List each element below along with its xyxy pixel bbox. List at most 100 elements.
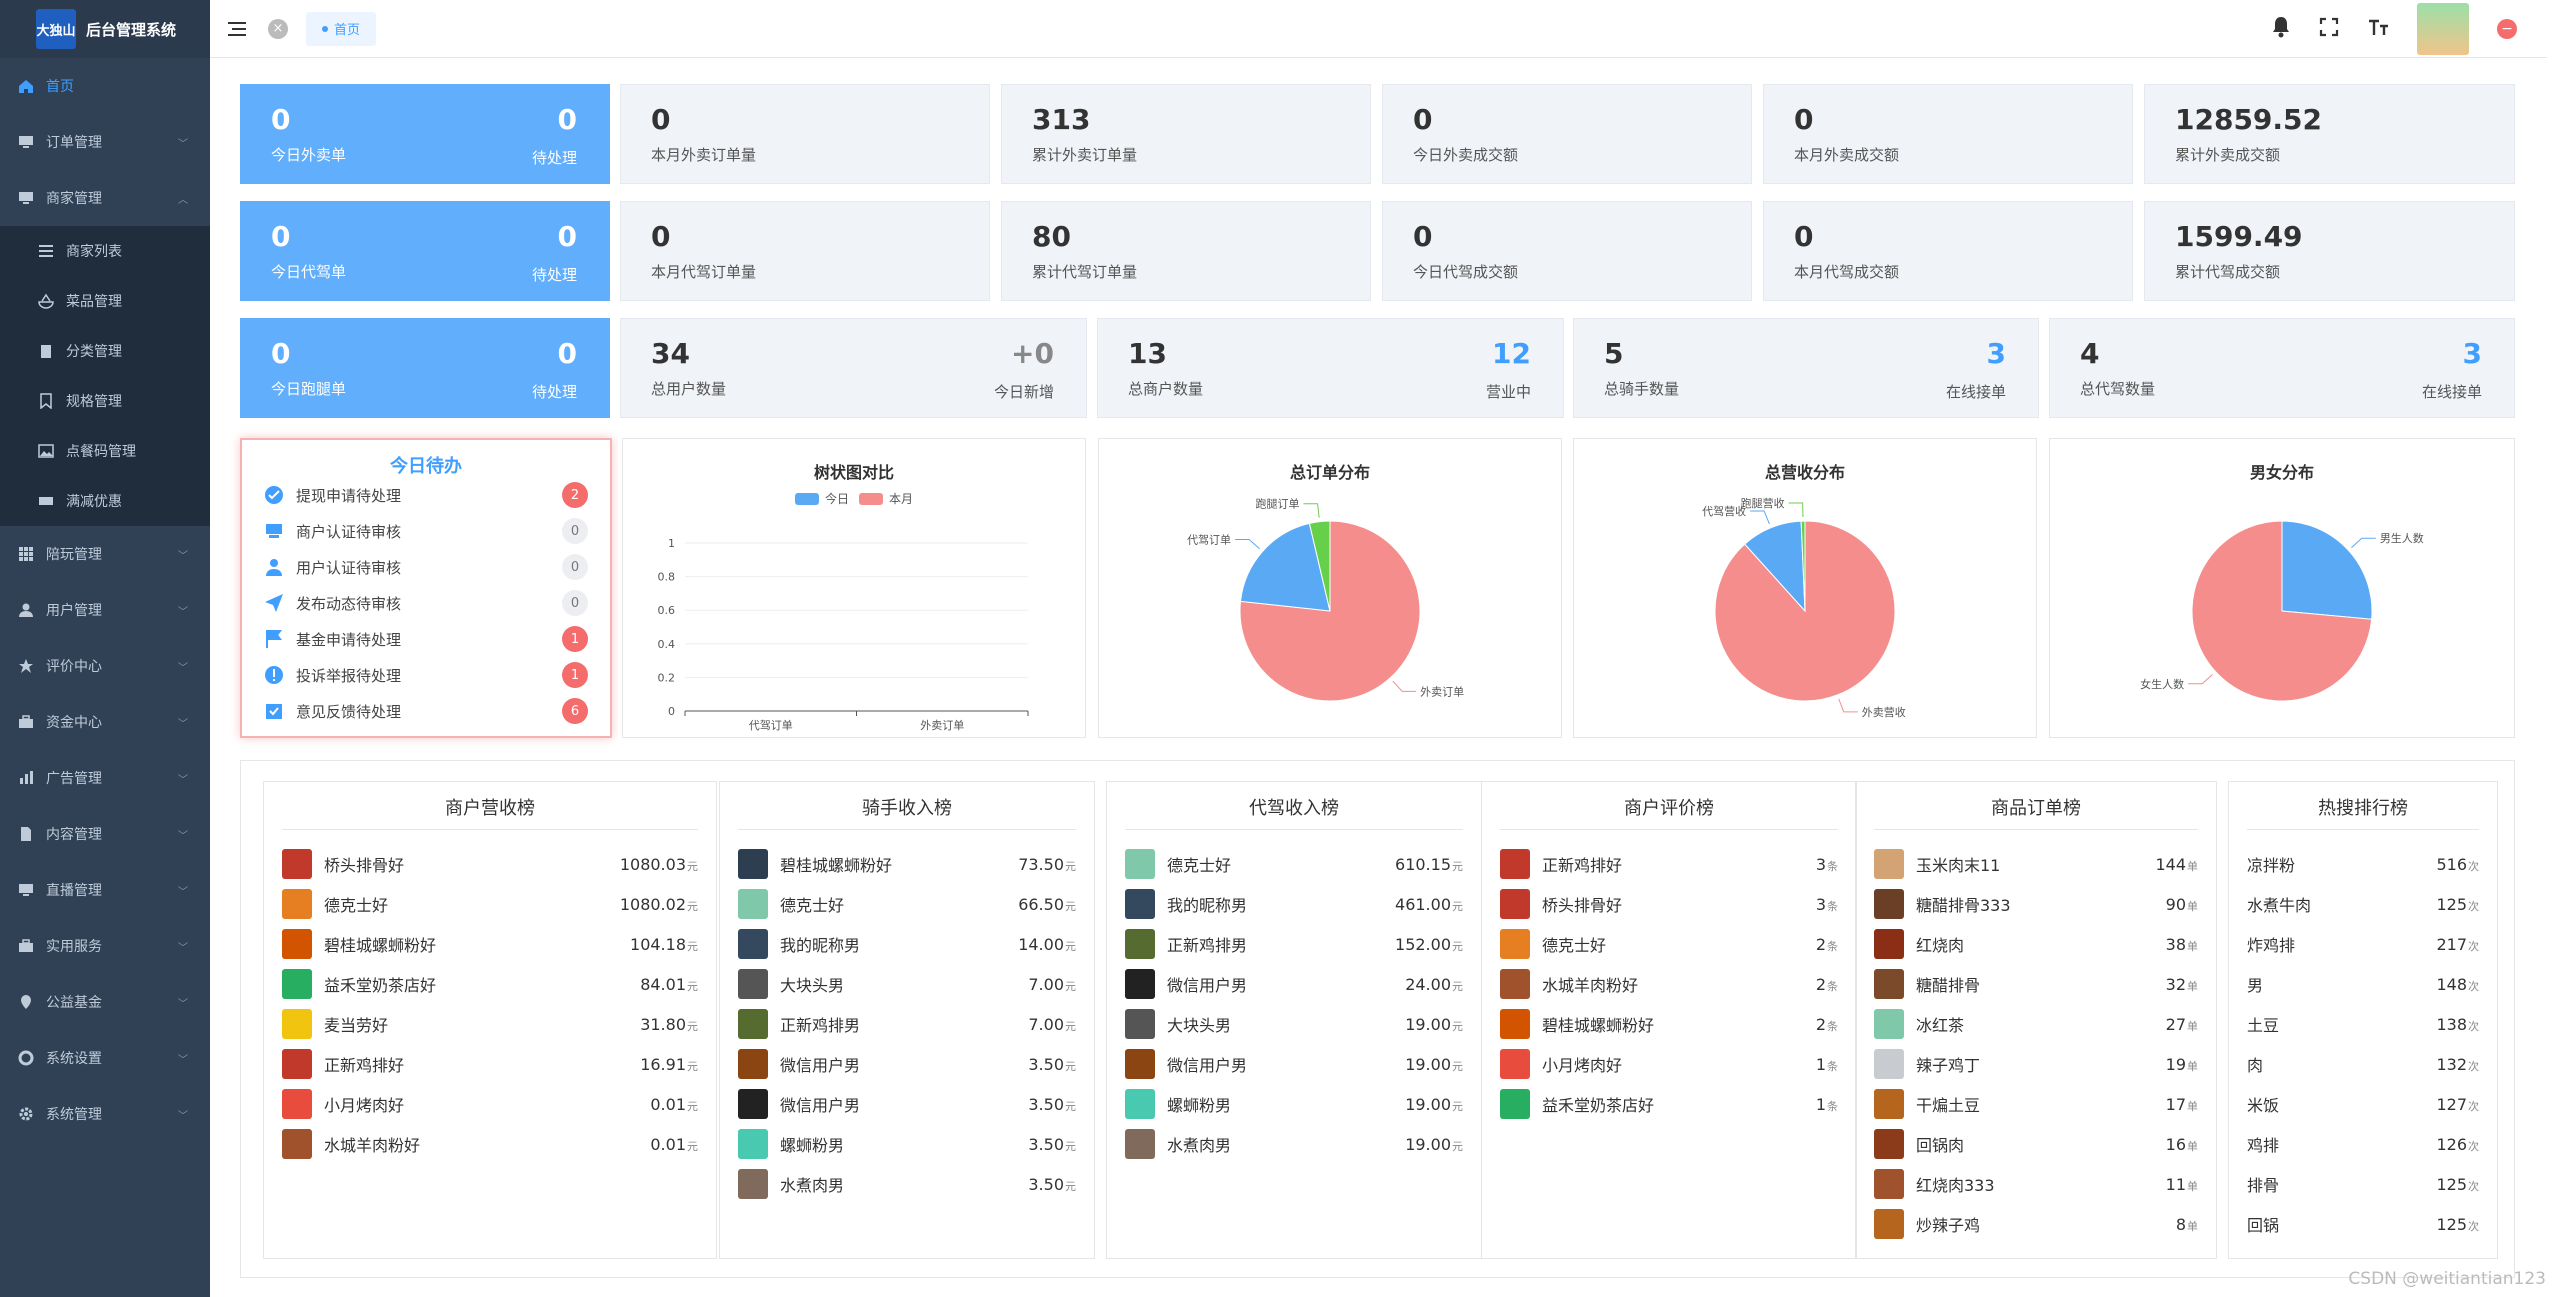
stat-card[interactable]: 0 今日外卖成交额 [1382, 84, 1752, 184]
ranking-row[interactable]: 德克士好 610.15元 [1125, 844, 1463, 884]
ranking-row[interactable]: 炸鸡排 217次 [2247, 924, 2479, 964]
ranking-row[interactable]: 玉米肉末11 144单 [1874, 844, 2198, 884]
logout-icon[interactable]: − [2497, 19, 2517, 39]
ranking-row[interactable]: 水煮牛肉 125次 [2247, 884, 2479, 924]
sidebar-item-2[interactable]: 商家管理 ︿ [0, 170, 210, 226]
sidebar-item-5[interactable]: 评价中心 ﹀ [0, 638, 210, 694]
sidebar-item-13[interactable]: 系统管理 ﹀ [0, 1086, 210, 1142]
sidebar-item-9[interactable]: 直播管理 ﹀ [0, 862, 210, 918]
stat-card[interactable]: 80 累计代驾订单量 [1001, 201, 1371, 301]
stat-card[interactable]: 0 本月代驾订单量 [620, 201, 990, 301]
submenu-item-4[interactable]: 点餐码管理 [0, 426, 210, 476]
ranking-row[interactable]: 桥头排骨好 1080.03元 [282, 844, 698, 884]
ranking-row[interactable]: 糖醋排骨333 90单 [1874, 884, 2198, 924]
ranking-row[interactable]: 男 148次 [2247, 964, 2479, 1004]
ranking-row[interactable]: 正新鸡排男 7.00元 [738, 1004, 1076, 1044]
submenu-item-5[interactable]: 满减优惠 [0, 476, 210, 526]
ranking-row[interactable]: 干煸土豆 17单 [1874, 1084, 2198, 1124]
submenu-item-1[interactable]: 菜品管理 [0, 276, 210, 326]
ranking-row[interactable]: 微信用户男 24.00元 [1125, 964, 1463, 1004]
user-avatar[interactable] [2417, 3, 2469, 55]
ranking-row[interactable]: 德克士好 1080.02元 [282, 884, 698, 924]
todo-item[interactable]: 意见反馈待处理 6 [264, 696, 588, 726]
ranking-row[interactable]: 正新鸡排好 3条 [1500, 844, 1838, 884]
ranking-row[interactable]: 肉 132次 [2247, 1044, 2479, 1084]
stat-card[interactable]: 0 今日代驾成交额 [1382, 201, 1752, 301]
stat-card[interactable]: 0 今日外卖单 0 待处理 [240, 84, 610, 184]
ranking-row[interactable]: 德克士好 66.50元 [738, 884, 1076, 924]
ranking-row[interactable]: 米饭 127次 [2247, 1084, 2479, 1124]
ranking-row[interactable]: 微信用户男 3.50元 [738, 1044, 1076, 1084]
ranking-row[interactable]: 微信用户男 19.00元 [1125, 1044, 1463, 1084]
sidebar-item-4[interactable]: 用户管理 ﹀ [0, 582, 210, 638]
stat-card[interactable]: 5 总骑手数量 3 在线接单 [1573, 318, 2039, 418]
ranking-row[interactable]: 小月烤肉好 1条 [1500, 1044, 1838, 1084]
stat-card[interactable]: 313 累计外卖订单量 [1001, 84, 1371, 184]
ranking-row[interactable]: 鸡排 126次 [2247, 1124, 2479, 1164]
ranking-row[interactable]: 红烧肉333 11单 [1874, 1164, 2198, 1204]
sidebar-item-7[interactable]: 广告管理 ﹀ [0, 750, 210, 806]
ranking-row[interactable]: 水煮肉男 19.00元 [1125, 1124, 1463, 1164]
ranking-row[interactable]: 糖醋排骨 32单 [1874, 964, 2198, 1004]
ranking-row[interactable]: 水城羊肉粉好 0.01元 [282, 1124, 698, 1164]
ranking-row[interactable]: 小月烤肉好 0.01元 [282, 1084, 698, 1124]
ranking-row[interactable]: 螺蛳粉男 19.00元 [1125, 1084, 1463, 1124]
ranking-row[interactable]: 碧桂城螺蛳粉好 2条 [1500, 1004, 1838, 1044]
todo-item[interactable]: 提现申请待处理 2 [264, 480, 588, 510]
ranking-row[interactable]: 大块头男 19.00元 [1125, 1004, 1463, 1044]
stat-card[interactable]: 0 今日代驾单 0 待处理 [240, 201, 610, 301]
ranking-row[interactable]: 大块头男 7.00元 [738, 964, 1076, 1004]
stat-card[interactable]: 0 本月外卖成交额 [1763, 84, 2133, 184]
stat-card[interactable]: 1599.49 累计代驾成交额 [2144, 201, 2515, 301]
bell-icon[interactable] [2271, 16, 2291, 42]
stat-card[interactable]: 4 总代驾数量 3 在线接单 [2049, 318, 2515, 418]
sidebar-item-3[interactable]: 陪玩管理 ﹀ [0, 526, 210, 582]
ranking-row[interactable]: 碧桂城螺蛳粉好 73.50元 [738, 844, 1076, 884]
sidebar-item-12[interactable]: 系统设置 ﹀ [0, 1030, 210, 1086]
submenu-item-0[interactable]: 商家列表 [0, 226, 210, 276]
ranking-row[interactable]: 益禾堂奶茶店好 84.01元 [282, 964, 698, 1004]
fullscreen-icon[interactable] [2319, 17, 2339, 41]
app-logo[interactable]: 大独山 后台管理系统 [0, 0, 210, 58]
ranking-row[interactable]: 正新鸡排好 16.91元 [282, 1044, 698, 1084]
ranking-row[interactable]: 冰红茶 27单 [1874, 1004, 2198, 1044]
sidebar-item-10[interactable]: 实用服务 ﹀ [0, 918, 210, 974]
ranking-row[interactable]: 红烧肉 38单 [1874, 924, 2198, 964]
ranking-row[interactable]: 麦当劳好 31.80元 [282, 1004, 698, 1044]
ranking-row[interactable]: 我的昵称男 14.00元 [738, 924, 1076, 964]
ranking-row[interactable]: 螺蛳粉男 3.50元 [738, 1124, 1076, 1164]
stat-card[interactable]: 12859.52 累计外卖成交额 [2144, 84, 2515, 184]
font-size-icon[interactable] [2367, 17, 2389, 41]
ranking-row[interactable]: 水城羊肉粉好 2条 [1500, 964, 1838, 1004]
sidebar-item-1[interactable]: 订单管理 ﹀ [0, 114, 210, 170]
submenu-item-2[interactable]: 分类管理 [0, 326, 210, 376]
stat-card[interactable]: 34 总用户数量 +0 今日新增 [620, 318, 1087, 418]
ranking-row[interactable]: 凉拌粉 516次 [2247, 844, 2479, 884]
ranking-row[interactable]: 水煮肉男 3.50元 [738, 1164, 1076, 1204]
ranking-row[interactable]: 正新鸡排男 152.00元 [1125, 924, 1463, 964]
tab-home[interactable]: 首页 [306, 11, 377, 46]
todo-item[interactable]: 商户认证待审核 0 [264, 516, 588, 546]
ranking-row[interactable]: 回锅 125次 [2247, 1204, 2479, 1244]
ranking-row[interactable]: 桥头排骨好 3条 [1500, 884, 1838, 924]
hamburger-icon[interactable] [226, 18, 248, 40]
ranking-row[interactable]: 德克士好 2条 [1500, 924, 1838, 964]
sidebar-item-0[interactable]: 首页 [0, 58, 210, 114]
ranking-row[interactable]: 碧桂城螺蛳粉好 104.18元 [282, 924, 698, 964]
ranking-row[interactable]: 回锅肉 16单 [1874, 1124, 2198, 1164]
stat-card[interactable]: 0 今日跑腿单 0 待处理 [240, 318, 610, 418]
submenu-item-3[interactable]: 规格管理 [0, 376, 210, 426]
sidebar-item-6[interactable]: 资金中心 ﹀ [0, 694, 210, 750]
stat-card[interactable]: 13 总商户数量 12 营业中 [1097, 318, 1564, 418]
todo-item[interactable]: 用户认证待审核 0 [264, 552, 588, 582]
ranking-row[interactable]: 我的昵称男 461.00元 [1125, 884, 1463, 924]
ranking-row[interactable]: 益禾堂奶茶店好 1条 [1500, 1084, 1838, 1124]
stat-card[interactable]: 0 本月代驾成交额 [1763, 201, 2133, 301]
ranking-row[interactable]: 土豆 138次 [2247, 1004, 2479, 1044]
todo-item[interactable]: 投诉举报待处理 1 [264, 660, 588, 690]
ranking-row[interactable]: 辣子鸡丁 19单 [1874, 1044, 2198, 1084]
stat-card[interactable]: 0 本月外卖订单量 [620, 84, 990, 184]
todo-item[interactable]: 基金申请待处理 1 [264, 624, 588, 654]
todo-item[interactable]: 发布动态待审核 0 [264, 588, 588, 618]
sidebar-item-8[interactable]: 内容管理 ﹀ [0, 806, 210, 862]
